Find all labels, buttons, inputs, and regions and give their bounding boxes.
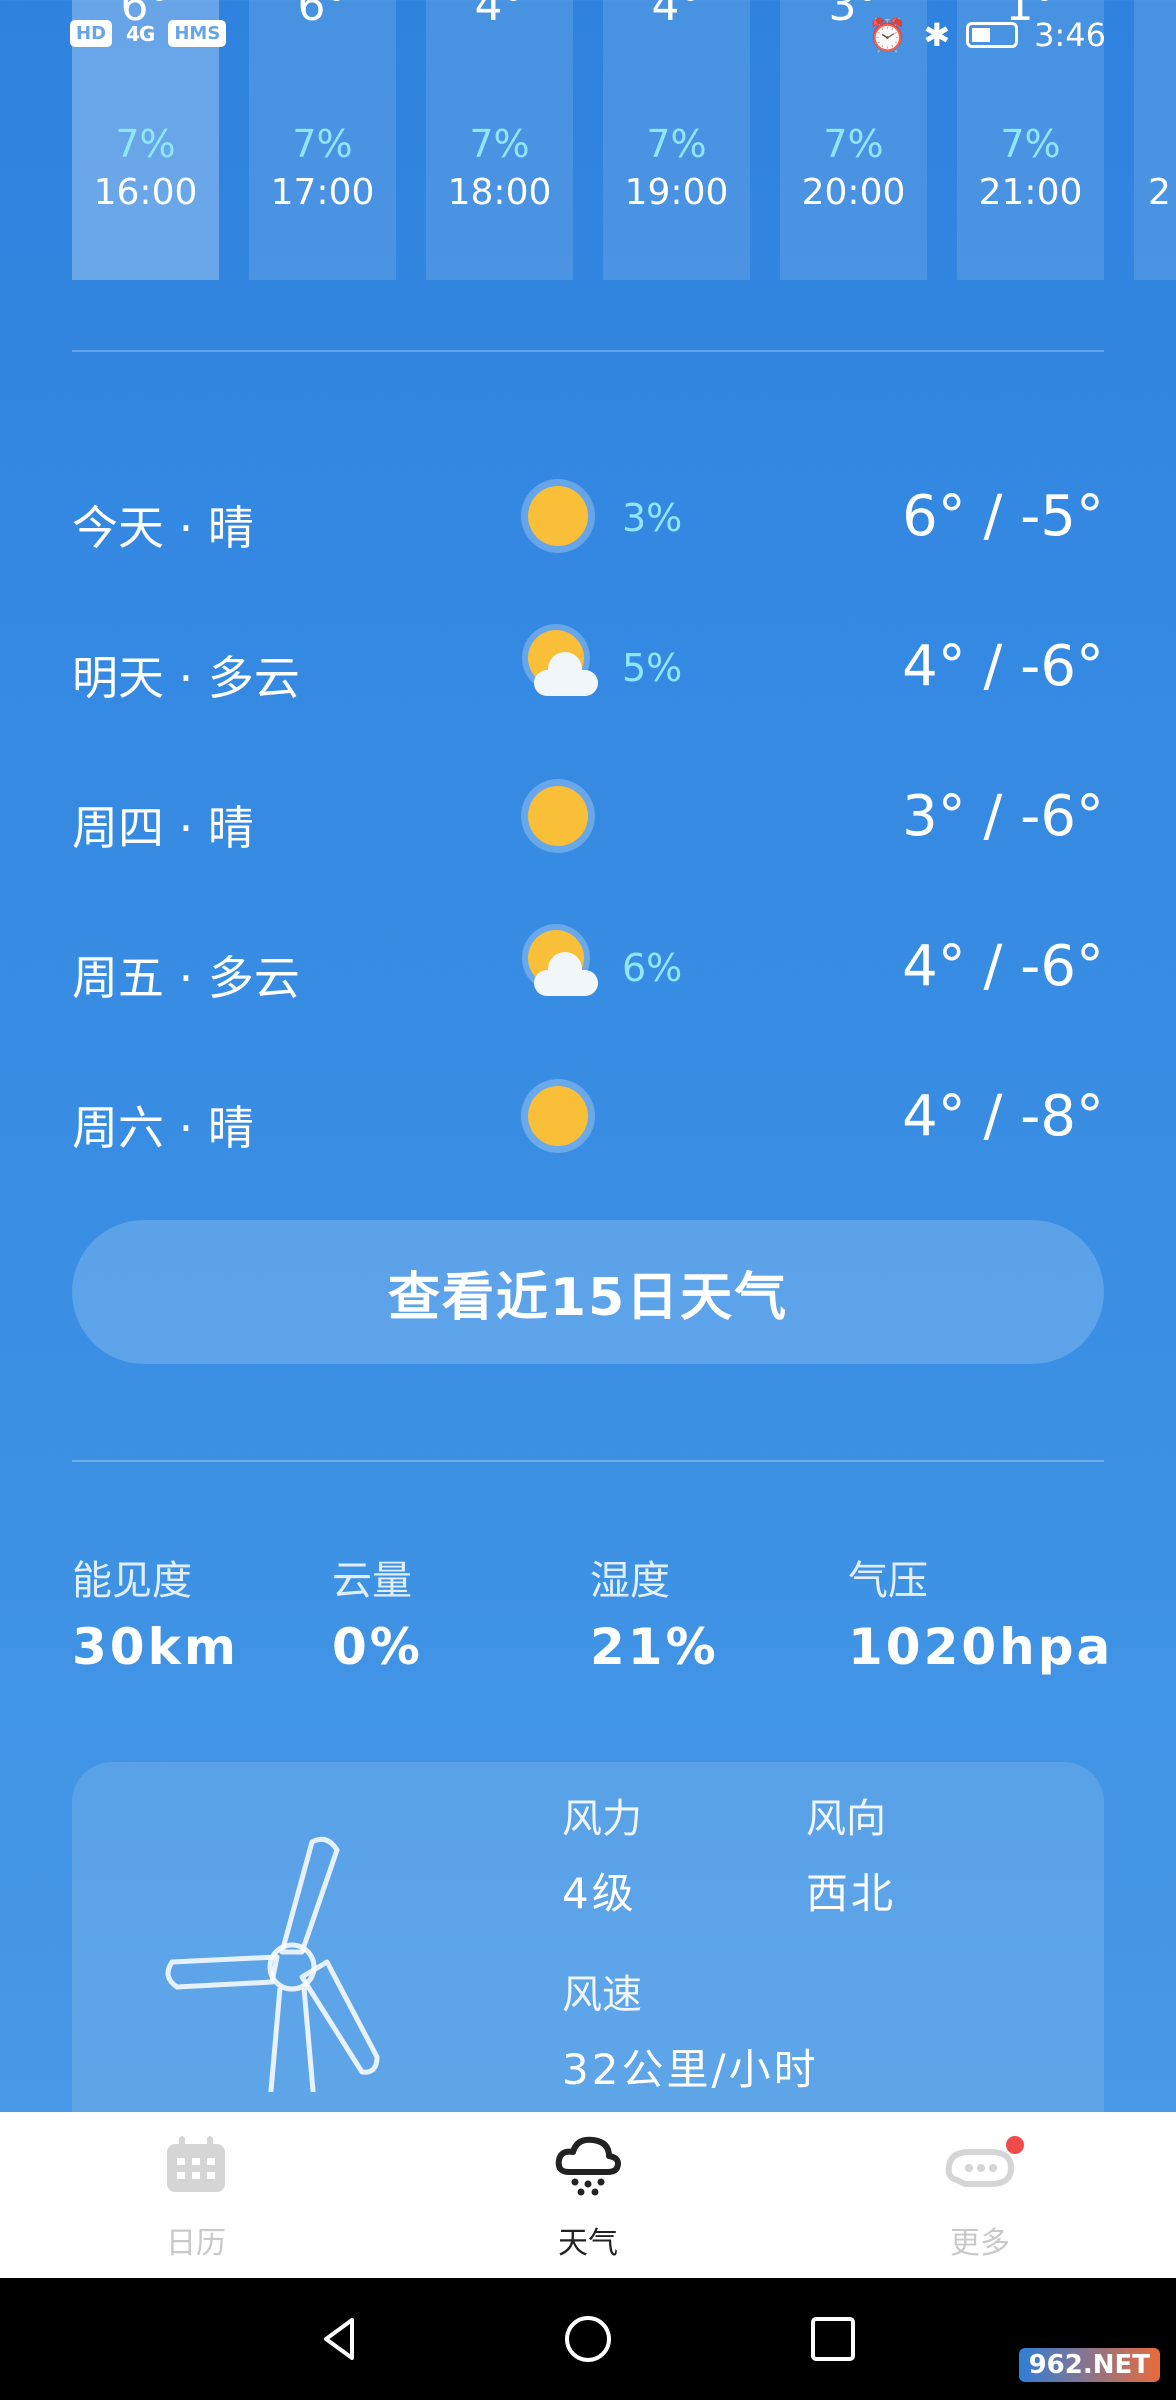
- day-label: 今天 · 晴: [72, 501, 254, 555]
- nav-calendar[interactable]: 日历: [0, 2112, 392, 2278]
- daily-row-today[interactable]: 今天 · 晴 3% 6° / -5°: [72, 470, 1104, 570]
- daily-row-friday[interactable]: 周五 · 多云 6% 4° / -6°: [72, 920, 1104, 1020]
- hour-card[interactable]: 4° 7% 19:00: [603, 0, 750, 280]
- hour-temp: 3°: [828, 0, 879, 31]
- view-15-day-forecast-button[interactable]: 查看近15日天气: [72, 1220, 1104, 1364]
- hour-card[interactable]: 6° 7% 17:00: [249, 0, 396, 280]
- day-label: 周六 · 晴: [72, 1101, 254, 1155]
- chat-bubble-icon: [945, 2149, 1014, 2187]
- nav-label: 天气: [558, 2226, 618, 2261]
- wind-card: 风力 4级 风向 西北 风速 32公里/小时: [72, 1762, 1104, 2122]
- wind-speed-value: 32公里/小时: [562, 2045, 819, 2094]
- day-precip: 5%: [622, 646, 683, 690]
- metric-visibility: 能见度 30km: [72, 1548, 332, 1676]
- wind-force-value: 4级: [562, 1869, 637, 1918]
- hour-temp: 4°: [474, 0, 525, 31]
- nav-label: 日历: [166, 2226, 226, 2261]
- metric-label: 湿度: [590, 1558, 670, 1604]
- wind-speed: 风速 32公里/小时: [562, 1962, 819, 2097]
- sun-icon: [522, 780, 598, 856]
- day-label: 明天 · 多云: [72, 651, 300, 705]
- hour-precip: 7%: [469, 122, 530, 166]
- partly-cloudy-icon: [522, 630, 598, 706]
- hour-temp: 6°: [297, 0, 348, 31]
- nav-more[interactable]: 更多: [784, 2112, 1176, 2278]
- hour-time: 21:00: [978, 172, 1083, 213]
- hour-temp: 4°: [651, 0, 702, 31]
- metric-label: 气压: [848, 1558, 928, 1604]
- day-temps: 4° / -6°: [902, 934, 1104, 999]
- day-temps: 4° / -8°: [902, 1084, 1104, 1149]
- metric-value: 0%: [332, 1618, 423, 1676]
- day-label: 周五 · 多云: [72, 951, 300, 1005]
- metric-value: 1020hpa: [848, 1618, 1114, 1676]
- divider: [72, 1460, 1104, 1462]
- day-temps: 6° / -5°: [902, 484, 1104, 549]
- hour-precip: 7%: [115, 122, 176, 166]
- hour-card[interactable]: 2: [1134, 0, 1176, 280]
- hour-card[interactable]: 1° 7% 21:00: [957, 0, 1104, 280]
- daily-row-saturday[interactable]: 周六 · 晴 4° / -8°: [72, 1070, 1104, 1170]
- watermark-logo: 962.NET: [1018, 2348, 1160, 2382]
- hour-precip: 7%: [1000, 122, 1061, 166]
- hour-temp: 1°: [1005, 0, 1056, 31]
- rain-cloud-icon: [555, 2136, 621, 2196]
- back-icon[interactable]: [316, 2314, 366, 2364]
- day-precip: 6%: [622, 946, 683, 990]
- calendar-icon: [167, 2136, 225, 2192]
- hour-precip: 7%: [823, 122, 884, 166]
- day-label: 周四 · 晴: [72, 801, 254, 855]
- day-temps: 3° / -6°: [902, 784, 1104, 849]
- hour-card[interactable]: 6° 7% 16:00: [72, 0, 219, 280]
- wind-speed-label: 风速: [562, 1972, 642, 2018]
- divider: [72, 350, 1104, 352]
- wind-force: 风力 4级: [562, 1786, 642, 1921]
- metric-humidity: 湿度 21%: [590, 1548, 850, 1676]
- day-precip: 3%: [622, 496, 683, 540]
- home-icon[interactable]: [563, 2314, 613, 2364]
- recents-icon[interactable]: [808, 2314, 858, 2364]
- nav-weather[interactable]: 天气: [392, 2112, 784, 2278]
- wind-direction: 风向 西北: [806, 1786, 896, 1921]
- nav-label: 更多: [950, 2226, 1010, 2261]
- partly-cloudy-icon: [522, 930, 598, 1006]
- bottom-nav: 日历 天气 更多: [0, 2112, 1176, 2278]
- notification-badge: [1006, 2136, 1024, 2154]
- metric-pressure: 气压 1020hpa: [848, 1548, 1148, 1676]
- wind-force-label: 风力: [562, 1796, 642, 1842]
- metric-value: 30km: [72, 1618, 239, 1676]
- wind-direction-label: 风向: [806, 1796, 886, 1842]
- metric-label: 能见度: [72, 1558, 192, 1604]
- hourly-forecast[interactable]: 6° 7% 16:00 6° 7% 17:00 4° 7% 18:00 4° 7…: [72, 0, 1176, 280]
- metric-label: 云量: [332, 1558, 412, 1604]
- hour-temp: 6°: [120, 0, 171, 31]
- sun-icon: [522, 1080, 598, 1156]
- wind-turbine-icon: [165, 1836, 380, 2092]
- hour-precip: 7%: [292, 122, 353, 166]
- day-temps: 4° / -6°: [902, 634, 1104, 699]
- sun-icon: [522, 480, 598, 556]
- hour-precip: 7%: [646, 122, 707, 166]
- hour-time: 17:00: [270, 172, 375, 213]
- hour-card[interactable]: 4° 7% 18:00: [426, 0, 573, 280]
- daily-row-thursday[interactable]: 周四 · 晴 3° / -6°: [72, 770, 1104, 870]
- daily-row-tomorrow[interactable]: 明天 · 多云 5% 4° / -6°: [72, 620, 1104, 720]
- metric-value: 21%: [590, 1618, 719, 1676]
- hour-time: 18:00: [447, 172, 552, 213]
- hour-time: 20:00: [801, 172, 906, 213]
- hour-time: 16:00: [93, 172, 198, 213]
- hour-card[interactable]: 3° 7% 20:00: [780, 0, 927, 280]
- hour-time: 19:00: [624, 172, 729, 213]
- metric-cloud-cover: 云量 0%: [332, 1548, 592, 1676]
- hour-time: 2: [1148, 172, 1171, 213]
- system-nav-bar: 962.NET: [0, 2278, 1176, 2400]
- wind-direction-value: 西北: [806, 1869, 897, 1918]
